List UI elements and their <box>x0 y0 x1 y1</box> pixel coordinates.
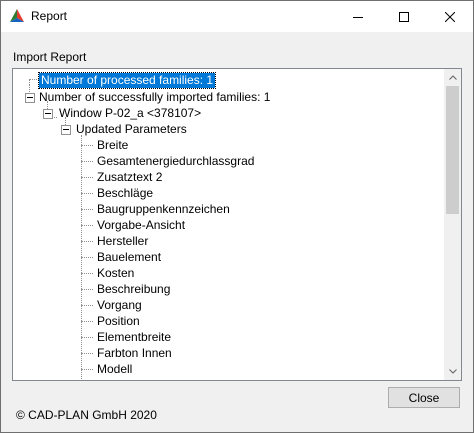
scroll-down-button[interactable] <box>444 363 461 380</box>
tree-item-parameter[interactable]: Beschreibung <box>97 282 170 297</box>
window-title: Report <box>31 9 68 23</box>
report-tree[interactable]: Number of processed families: 1 Number o… <box>12 68 462 381</box>
import-report-label: Import Report <box>13 50 87 64</box>
title-bar[interactable]: Report <box>1 1 473 32</box>
tree-connector <box>81 289 93 290</box>
tree-connector <box>81 161 93 162</box>
tree-connector <box>81 369 93 370</box>
tree-item-parameter[interactable]: Kosten <box>97 266 134 281</box>
tree-item-parameter[interactable]: Gesamtenergiedurchlassgrad <box>97 154 254 169</box>
scroll-up-button[interactable] <box>444 69 461 86</box>
scroll-thumb[interactable] <box>446 86 459 214</box>
maximize-icon <box>399 11 409 22</box>
tree-connector <box>81 135 82 380</box>
tree-content: Number of processed families: 1 Number o… <box>13 69 443 380</box>
tree-item-updated-parameters[interactable]: Updated Parameters <box>76 122 187 137</box>
tree-connector <box>81 193 93 194</box>
tree-item-parameter[interactable]: Zusatztext 2 <box>97 170 162 185</box>
tree-item-family[interactable]: Window P-02_a <378107> <box>59 106 201 121</box>
collapse-family-icon[interactable] <box>43 109 53 119</box>
tree-item-parameter[interactable]: Vorgabe-Ansicht <box>97 218 185 233</box>
tree-item-parameter[interactable]: Breite <box>97 138 128 153</box>
tree-connector <box>81 225 93 226</box>
report-dialog: Report Import Report Number of processed… <box>0 0 474 433</box>
collapse-imported-icon[interactable] <box>25 93 35 103</box>
tree-item-parameter[interactable]: Elementbreite <box>97 330 171 345</box>
minimize-icon <box>353 16 363 18</box>
tree-item-parameter[interactable]: Baugruppenkennzeichen <box>97 202 230 217</box>
tree-item-parameter[interactable]: Hersteller <box>97 234 148 249</box>
vertical-scrollbar[interactable] <box>444 69 461 380</box>
copyright-text: © CAD-PLAN GmbH 2020 <box>16 408 157 422</box>
tree-item-parameter[interactable]: Bauelement <box>97 250 161 265</box>
chevron-up-icon <box>448 75 457 80</box>
tree-connector <box>29 79 39 80</box>
tree-item-parameter[interactable]: Beschläge <box>97 186 153 201</box>
collapse-group-icon[interactable] <box>61 125 71 135</box>
maximize-button[interactable] <box>381 1 427 32</box>
app-logo-icon <box>10 9 24 22</box>
chevron-down-icon <box>448 369 457 374</box>
close-window-button[interactable] <box>427 1 473 32</box>
tree-connector <box>81 305 93 306</box>
close-icon <box>445 11 455 22</box>
tree-item-imported[interactable]: Number of successfully imported families… <box>39 90 270 105</box>
tree-connector <box>81 177 93 178</box>
close-button[interactable]: Close <box>388 387 460 408</box>
tree-connector <box>81 257 93 258</box>
tree-item-parameter[interactable]: Modell <box>97 362 132 377</box>
tree-connector <box>81 337 93 338</box>
tree-item-parameter[interactable]: Vorgang <box>97 298 142 313</box>
minimize-button[interactable] <box>335 1 381 32</box>
tree-connector <box>81 321 93 322</box>
tree-item-processed[interactable]: Number of processed families: 1 <box>37 72 217 89</box>
tree-connector <box>81 273 93 274</box>
tree-connector <box>81 353 93 354</box>
tree-item-parameter[interactable]: Position <box>97 314 140 329</box>
tree-item-parameter[interactable]: Farbton Innen <box>97 346 172 361</box>
tree-connector <box>81 209 93 210</box>
tree-connector <box>29 79 30 85</box>
tree-connector <box>81 145 93 146</box>
tree-connector <box>81 241 93 242</box>
